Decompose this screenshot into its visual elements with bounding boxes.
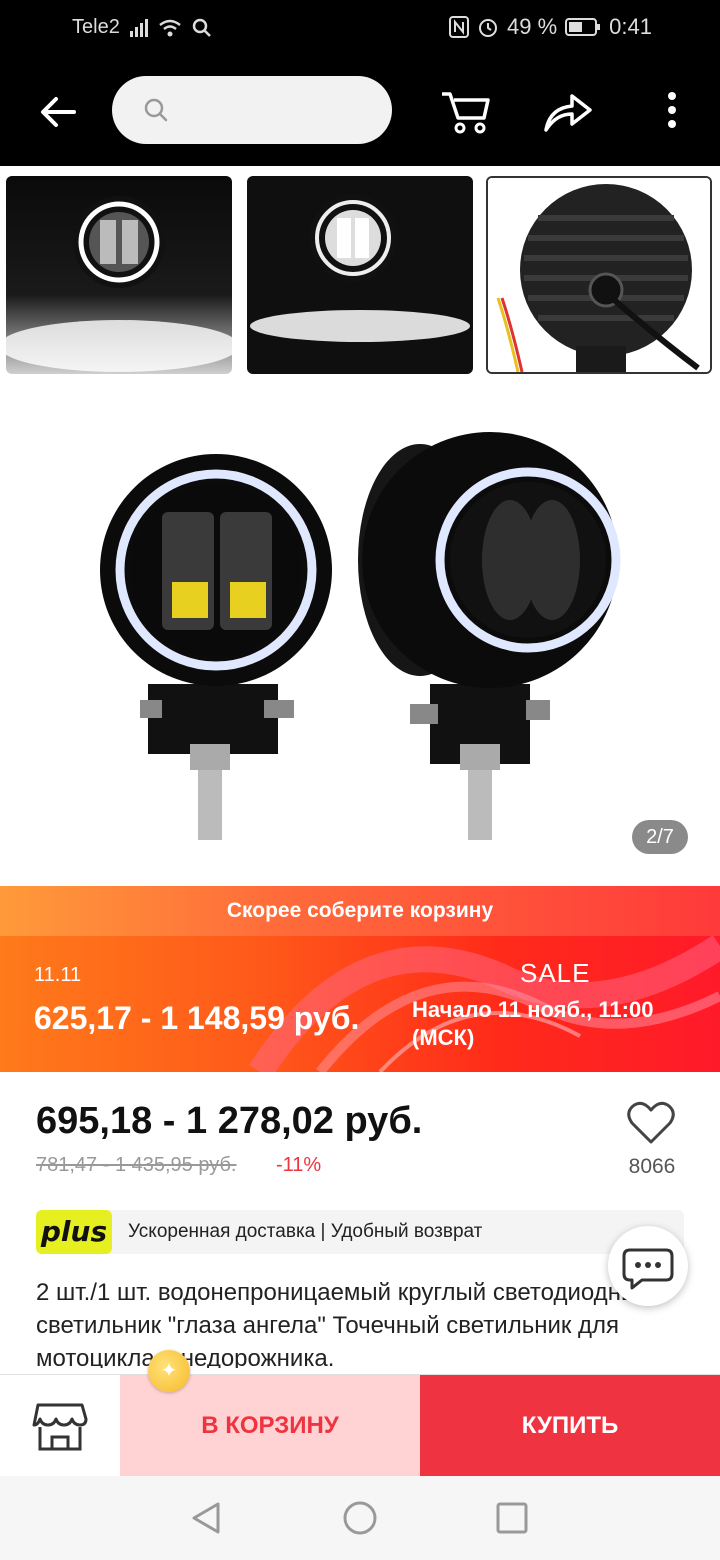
wifi-icon — [159, 19, 181, 36]
search-status-icon — [192, 18, 211, 37]
image-counter: 2/7 — [632, 820, 688, 854]
store-button[interactable] — [0, 1375, 120, 1477]
product-image[interactable]: 2/7 — [0, 384, 720, 886]
nav-back-button[interactable] — [188, 1500, 224, 1536]
square-recents-icon — [496, 1502, 528, 1534]
heart-icon — [627, 1101, 675, 1144]
product-price: 695,18 - 1 278,02 руб. — [36, 1100, 423, 1142]
cart-icon — [442, 92, 490, 134]
favorite-count: 8066 — [628, 1155, 676, 1178]
thumbnail-2[interactable] — [247, 176, 473, 374]
alarm-icon — [479, 19, 498, 37]
more-button[interactable] — [646, 86, 698, 138]
promo-start: Начало 11 нояб., 11:00 (МСК) — [412, 997, 654, 1050]
product-title[interactable]: 2 шт./1 шт. водонепроницаемый круглый св… — [36, 1276, 686, 1368]
status-bar: Tele2 49 % 0:41 — [0, 0, 720, 56]
old-price: 781,47 - 1 435,95 руб. — [36, 1154, 237, 1176]
back-button[interactable] — [34, 88, 82, 136]
nfc-icon — [449, 16, 470, 38]
triangle-back-icon — [192, 1502, 220, 1534]
chat-button[interactable] — [608, 1226, 688, 1306]
search-input[interactable] — [112, 76, 392, 144]
buy-button[interactable]: КУПИТЬ — [420, 1375, 720, 1477]
battery-icon — [565, 18, 601, 36]
plus-text: Ускоренная доставка | Удобный возврат — [128, 1221, 483, 1242]
bottom-action-bar: В КОРЗИНУ КУПИТЬ — [0, 1374, 720, 1477]
battery-percent: 49 % — [507, 14, 558, 39]
circle-home-icon — [343, 1501, 377, 1535]
thumbnail-3-selected[interactable] — [486, 176, 712, 374]
promo-header[interactable]: Скорее соберите корзину — [0, 886, 720, 936]
plus-logo: plus — [36, 1210, 112, 1254]
nav-home-button[interactable] — [342, 1500, 378, 1536]
clock: 0:41 — [609, 14, 652, 39]
sale-label: SALE — [520, 958, 591, 988]
carrier-label: Tele2 — [72, 16, 120, 38]
thumbnail-strip — [0, 166, 720, 384]
plus-delivery-row[interactable]: plus Ускоренная доставка | Удобный возвр… — [36, 1210, 684, 1254]
signal-icon — [129, 18, 148, 37]
promo-banner[interactable]: 11.11 625,17 - 1 148,59 руб. SALE Начало… — [0, 936, 720, 1072]
chat-icon — [622, 1248, 674, 1290]
arrow-left-icon — [41, 97, 76, 127]
promo-date: 11.11 — [34, 964, 82, 986]
store-icon — [32, 1403, 88, 1451]
share-button[interactable] — [542, 86, 594, 138]
thumbnail-1[interactable] — [6, 176, 232, 374]
nav-recents-button[interactable] — [494, 1500, 530, 1536]
top-app-bar — [0, 56, 720, 166]
more-vertical-icon — [668, 92, 676, 128]
coin-icon[interactable]: ✦ — [148, 1350, 190, 1392]
discount-badge: -11% — [276, 1154, 322, 1176]
favorite-button[interactable] — [626, 1100, 676, 1146]
search-icon — [144, 98, 168, 122]
cart-button[interactable] — [440, 86, 492, 138]
promo-price: 625,17 - 1 148,59 руб. — [34, 1000, 360, 1036]
system-nav-bar — [0, 1476, 720, 1560]
share-icon — [544, 94, 592, 132]
